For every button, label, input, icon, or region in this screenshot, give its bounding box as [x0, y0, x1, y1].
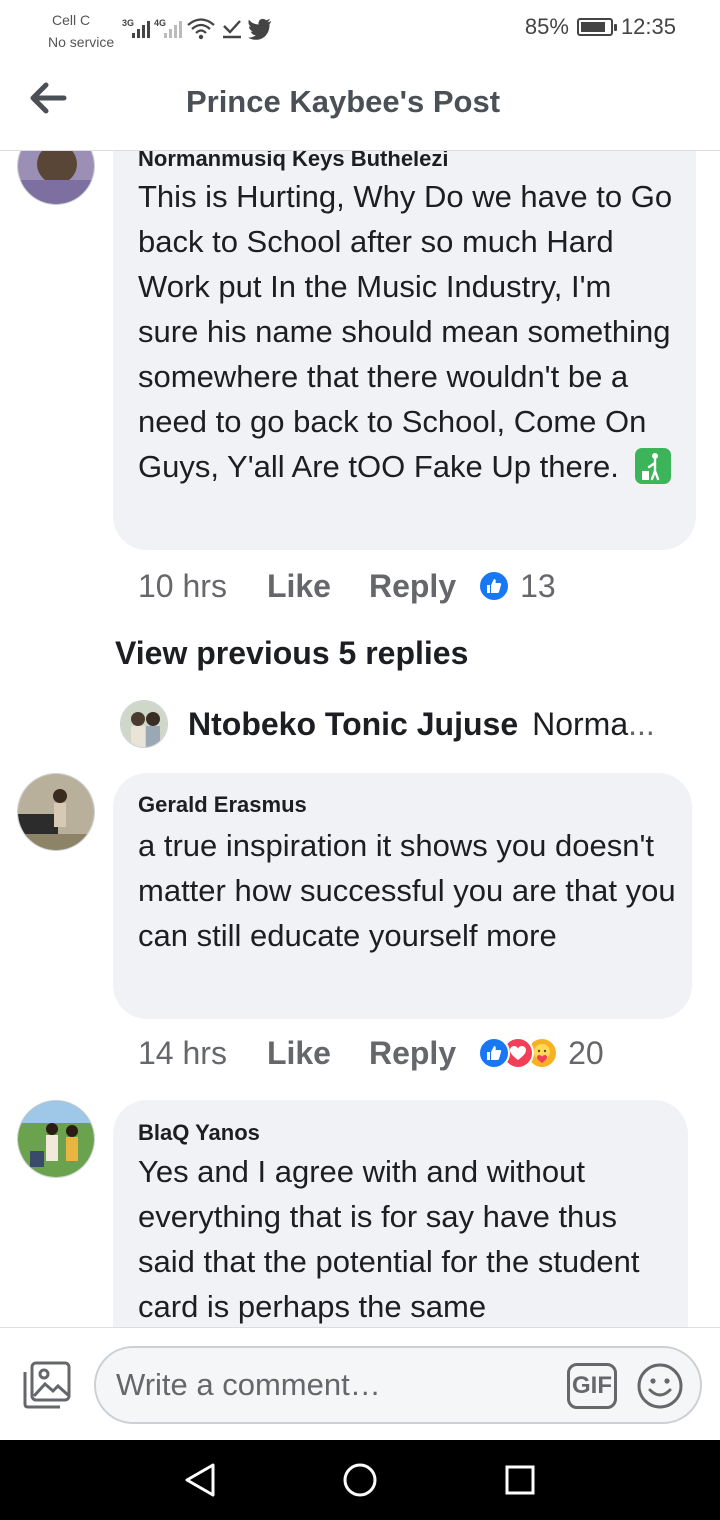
like-reaction-icon: [478, 570, 511, 602]
comment-body: This is Hurting, Why Do we have to Go ba…: [138, 179, 673, 484]
avatar[interactable]: [17, 773, 95, 851]
nav-back-button[interactable]: [178, 1458, 222, 1502]
carrier-name: Cell C: [52, 12, 91, 28]
comment-actions: 14 hrs Like Reply 20: [138, 1033, 604, 1073]
nav-home-button[interactable]: [338, 1458, 382, 1502]
reply-snippet: Norma...: [532, 706, 655, 743]
comment-actions: 10 hrs Like Reply 13: [138, 566, 556, 606]
reply-author[interactable]: Ntobeko Tonic Jujuse: [188, 706, 518, 743]
avatar[interactable]: [17, 1100, 95, 1178]
reply-snippet-text: Norma: [532, 705, 629, 742]
wifi-icon: [187, 18, 215, 40]
like-reaction-icon: [478, 1037, 511, 1069]
comment-composer: GIF: [0, 1327, 720, 1440]
comment-text: a true inspiration it shows you doesn't …: [138, 828, 676, 953]
signal-icon: 3G: [122, 18, 150, 40]
download-complete-icon: [223, 20, 241, 39]
clock: 12:35: [620, 14, 676, 39]
reply-preview[interactable]: Ntobeko Tonic Jujuse Norma...: [120, 699, 680, 749]
twitter-icon: [248, 18, 271, 40]
comment-time[interactable]: 10 hrs: [138, 568, 227, 605]
battery-icon: [576, 18, 617, 36]
like-button[interactable]: Like: [267, 568, 331, 605]
service-status: No service: [48, 34, 115, 50]
square-recents-icon: [505, 1465, 535, 1495]
gif-button[interactable]: GIF: [567, 1363, 617, 1409]
view-previous-replies-link[interactable]: View previous 5 replies: [115, 635, 468, 672]
reply-button[interactable]: Reply: [369, 568, 456, 605]
comment-time[interactable]: 14 hrs: [138, 1035, 227, 1072]
photo-icon: [23, 1361, 71, 1409]
comments-feed[interactable]: Normanmusiq Keys Buthelezi This is Hurti…: [0, 151, 720, 1327]
reaction-count: 13: [520, 567, 556, 604]
comment-author[interactable]: Normanmusiq Keys Buthelezi: [138, 151, 449, 172]
comment-text: This is Hurting, Why Do we have to Go ba…: [138, 174, 678, 489]
reaction-summary[interactable]: 13: [478, 568, 556, 605]
photo-button[interactable]: [22, 1360, 72, 1410]
put-litter-in-bin-emoji: [634, 448, 671, 484]
signal-icon: 4G: [154, 18, 182, 40]
emoji-button[interactable]: [636, 1362, 684, 1410]
comment-author[interactable]: BlaQ Yanos: [138, 1120, 260, 1146]
nav-recents-button[interactable]: [498, 1458, 542, 1502]
reaction-count: 20: [568, 1034, 604, 1071]
comment-text: Yes and I agree with and without everyth…: [138, 1154, 640, 1324]
post-header: Prince Kaybee's Post: [0, 56, 720, 151]
carrier-info: Cell C No service: [48, 9, 114, 53]
reply-snippet-ellipsis: ...: [628, 705, 655, 742]
reply-button[interactable]: Reply: [369, 1035, 456, 1072]
smiley-icon: [637, 1363, 683, 1409]
reaction-summary[interactable]: 20: [478, 1035, 604, 1072]
comment-input[interactable]: [116, 1362, 546, 1408]
battery-percent: 85%: [524, 14, 569, 39]
comment-input-box[interactable]: GIF: [94, 1346, 702, 1424]
avatar[interactable]: [17, 151, 95, 205]
triangle-back-icon: [185, 1463, 215, 1497]
avatar[interactable]: [120, 700, 168, 748]
status-right: 85% 12:35: [525, 14, 676, 40]
comment-author[interactable]: Gerald Erasmus: [138, 792, 307, 818]
circle-home-icon: [343, 1463, 377, 1497]
status-icons: 3G 4G: [122, 14, 272, 40]
like-button[interactable]: Like: [267, 1035, 331, 1072]
system-navigation-bar: [0, 1440, 720, 1520]
status-bar: Cell C No service 3G 4G 85% 12:35: [0, 0, 720, 56]
page-title: Prince Kaybee's Post: [185, 84, 501, 119]
